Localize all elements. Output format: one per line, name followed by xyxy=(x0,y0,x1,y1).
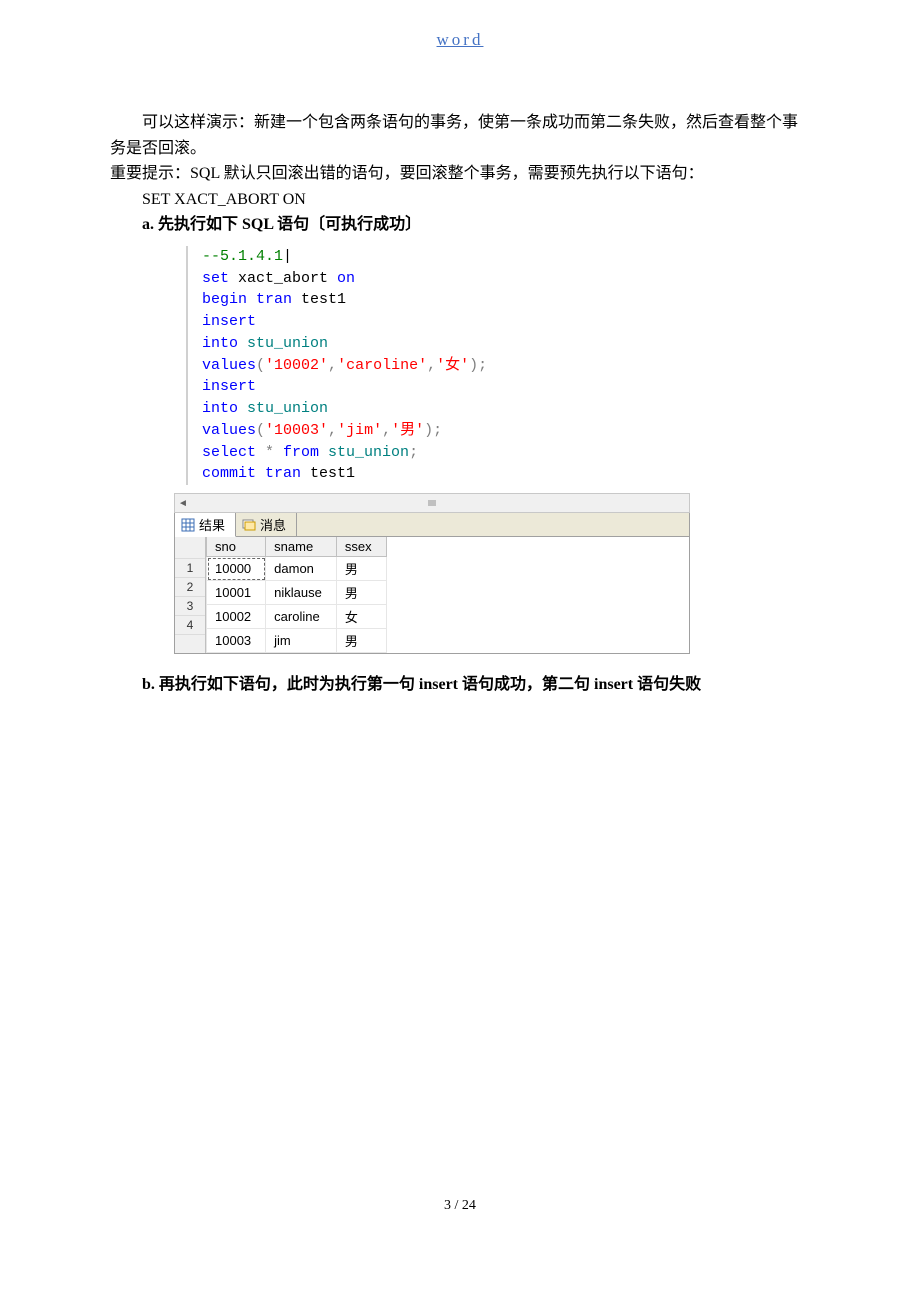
grid-icon xyxy=(181,518,195,532)
results-panel: 结果 消息 1 2 3 4 sno sname xyxy=(174,513,690,654)
cell[interactable]: 男 xyxy=(336,581,386,605)
kw: tran xyxy=(256,465,301,482)
cell[interactable]: 10003 xyxy=(207,629,266,653)
row-number[interactable]: 1 xyxy=(175,559,205,578)
sql-editor[interactable]: --5.1.4.1 set xact_abort on begin tran t… xyxy=(186,246,810,485)
message-icon xyxy=(242,518,256,532)
scroll-left-icon[interactable]: ◄ xyxy=(175,495,191,511)
header-row: sno sname ssex xyxy=(207,537,387,557)
step-a: a. 先执行如下 SQL 语句〔可执行成功〕 xyxy=(142,212,810,238)
txt: test1 xyxy=(292,291,346,308)
cell[interactable]: caroline xyxy=(266,605,337,629)
tab-results-label: 结果 xyxy=(199,515,225,534)
horizontal-scrollbar[interactable]: ◄ xyxy=(174,493,690,513)
step-a-label: a. xyxy=(142,216,154,233)
table-row[interactable]: 10002 caroline 女 xyxy=(207,605,387,629)
txt: test1 xyxy=(301,465,355,482)
step-a-text: 先执行如下 SQL 语句〔可执行成功〕 xyxy=(158,216,421,233)
sql-comment: --5.1.4.1 xyxy=(202,248,292,265)
str: '男' xyxy=(391,422,424,439)
cell[interactable]: 男 xyxy=(336,629,386,653)
header-link[interactable]: word xyxy=(110,30,810,50)
step-b-text: 再执行如下语句，此时为执行第一句 insert 语句成功，第二句 insert … xyxy=(159,676,701,693)
set-statement: SET XACT_ABORT ON xyxy=(142,187,810,213)
tab-messages-label: 消息 xyxy=(260,515,286,534)
step-b-label: b. xyxy=(142,676,155,693)
star: * xyxy=(256,444,274,461)
paragraph-intro: 可以这样演示：新建一个包含两条语句的事务，使第一条成功而第二条失败，然后查看整个… xyxy=(110,110,810,161)
col-ssex[interactable]: ssex xyxy=(336,537,386,557)
paren: ( xyxy=(256,357,265,374)
cell[interactable]: niklause xyxy=(266,581,337,605)
tab-results[interactable]: 结果 xyxy=(175,513,236,537)
paren: ); xyxy=(424,422,442,439)
page-number: 3 / 24 xyxy=(110,1198,810,1214)
row-number[interactable]: 2 xyxy=(175,578,205,597)
ident: stu_union xyxy=(238,400,328,417)
kw: from xyxy=(274,444,319,461)
kw: values xyxy=(202,422,256,439)
results-tab-row: 结果 消息 xyxy=(175,513,689,537)
paren: ( xyxy=(256,422,265,439)
cell[interactable]: damon xyxy=(266,557,337,581)
cell[interactable]: 男 xyxy=(336,557,386,581)
kw: commit xyxy=(202,465,256,482)
kw: insert xyxy=(202,313,256,330)
txt: xact_abort xyxy=(229,270,337,287)
comma: , xyxy=(328,422,337,439)
ident: stu_union xyxy=(238,335,328,352)
kw: on xyxy=(337,270,355,287)
kw: set xyxy=(202,270,229,287)
result-grid[interactable]: 1 2 3 4 sno sname ssex 10000 damon 男 xyxy=(175,537,689,653)
paren: ); xyxy=(469,357,487,374)
table-row[interactable]: 10003 jim 男 xyxy=(207,629,387,653)
kw: into xyxy=(202,400,238,417)
kw: tran xyxy=(247,291,292,308)
str: '10003' xyxy=(265,422,328,439)
str: '女' xyxy=(436,357,469,374)
str: '10002' xyxy=(265,357,328,374)
comma: , xyxy=(427,357,436,374)
col-sname[interactable]: sname xyxy=(266,537,337,557)
paragraph-note: 重要提示：SQL 默认只回滚出错的语句，要回滚整个事务，需要预先执行以下语句： xyxy=(110,161,810,187)
kw: values xyxy=(202,357,256,374)
row-number[interactable]: 4 xyxy=(175,616,205,635)
table-row[interactable]: 10000 damon 男 xyxy=(207,557,387,581)
comma: , xyxy=(382,422,391,439)
row-number[interactable]: 3 xyxy=(175,597,205,616)
str: 'caroline' xyxy=(337,357,427,374)
kw: into xyxy=(202,335,238,352)
row-number-gutter: 1 2 3 4 xyxy=(175,537,206,653)
cell[interactable]: 女 xyxy=(336,605,386,629)
kw: select xyxy=(202,444,256,461)
cell[interactable]: 10000 xyxy=(207,557,266,581)
kw: begin xyxy=(202,291,247,308)
tab-messages[interactable]: 消息 xyxy=(236,513,297,536)
cell[interactable]: 10001 xyxy=(207,581,266,605)
kw: insert xyxy=(202,378,256,395)
ident: stu_union xyxy=(319,444,409,461)
semi: ; xyxy=(409,444,418,461)
col-sno[interactable]: sno xyxy=(207,537,266,557)
comma: , xyxy=(328,357,337,374)
cell[interactable]: jim xyxy=(266,629,337,653)
str: 'jim' xyxy=(337,422,382,439)
scroll-thumb[interactable] xyxy=(428,500,436,506)
cell[interactable]: 10002 xyxy=(207,605,266,629)
table-row[interactable]: 10001 niklause 男 xyxy=(207,581,387,605)
step-b: b. 再执行如下语句，此时为执行第一句 insert 语句成功，第二句 inse… xyxy=(142,672,810,698)
